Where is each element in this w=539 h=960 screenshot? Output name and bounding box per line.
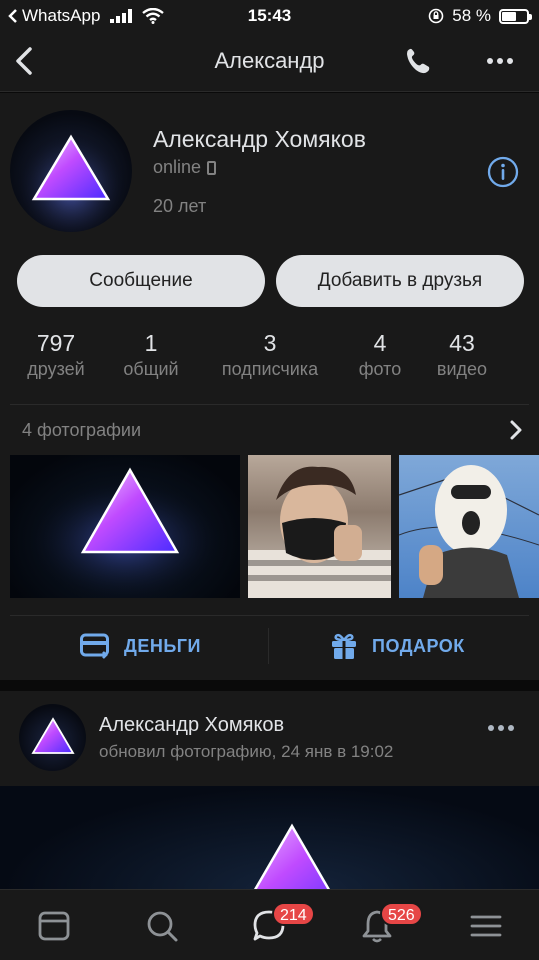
counter-label: друзей xyxy=(27,359,85,379)
photo-thumbnail[interactable] xyxy=(399,455,539,598)
mobile-icon xyxy=(207,160,217,175)
search-icon[interactable] xyxy=(144,908,180,944)
counter-number: 43 xyxy=(449,330,475,356)
money-card-icon xyxy=(80,633,109,659)
add-friend-button[interactable]: Добавить в друзья xyxy=(276,255,524,307)
person-balaclava-photo-image xyxy=(399,465,539,598)
wall-post: Александр Хомяков обновил фотографию, 24… xyxy=(0,691,539,891)
post-avatar[interactable] xyxy=(19,704,86,771)
gift-icon xyxy=(332,633,356,659)
more-icon[interactable] xyxy=(485,52,515,70)
counter-number: 1 xyxy=(144,330,158,356)
avatar-triangle-image xyxy=(13,120,129,232)
phone-icon[interactable] xyxy=(403,46,433,76)
nav-header: Александр xyxy=(0,32,539,92)
online-label: online xyxy=(153,157,202,177)
counter-followers[interactable]: 3 подписчика xyxy=(210,330,330,380)
tab-bar: 214 526 xyxy=(0,889,539,960)
money-button[interactable]: ДЕНЬГИ xyxy=(80,618,201,674)
photos-title[interactable]: 4 фотографии xyxy=(22,420,141,441)
triangle-photo-image xyxy=(10,455,240,598)
divider xyxy=(268,628,269,664)
photo-thumbnail[interactable] xyxy=(10,455,240,598)
divider xyxy=(10,404,529,405)
counter-number: 797 xyxy=(36,330,76,356)
message-button[interactable]: Сообщение xyxy=(17,255,265,307)
status-bar: WhatsApp 15:43 58 % xyxy=(0,0,539,32)
page-title: Александр xyxy=(214,48,325,73)
messages-badge: 214 xyxy=(272,902,315,926)
counter-number: 4 xyxy=(373,330,387,356)
news-feed-icon[interactable] xyxy=(36,908,72,944)
counter-label: подписчика xyxy=(221,359,319,379)
menu-icon[interactable] xyxy=(468,908,504,944)
counter-friends[interactable]: 797 друзей xyxy=(21,330,91,380)
avatar-triangle-image xyxy=(31,717,75,754)
counter-number: 3 xyxy=(263,330,277,356)
counter-mutual[interactable]: 1 общий xyxy=(116,330,186,380)
orientation-lock-icon xyxy=(428,8,444,24)
counters-row: 797 друзей 1 общий 3 подписчика 4 фото 4… xyxy=(0,330,539,390)
gift-button[interactable]: ПОДАРОК xyxy=(330,618,465,674)
battery-percent: 58 % xyxy=(452,6,491,25)
online-status: online xyxy=(153,157,217,178)
post-subtitle: обновил фотографию, 24 янв в 19:02 xyxy=(99,742,394,761)
gift-label: ПОДАРОК xyxy=(372,635,465,656)
avatar[interactable] xyxy=(10,110,132,232)
info-icon[interactable] xyxy=(487,156,519,188)
profile-name: Александр Хомяков xyxy=(153,126,366,152)
counter-label: общий xyxy=(123,359,179,379)
counter-videos[interactable]: 43 видео xyxy=(428,330,496,380)
divider xyxy=(10,615,529,616)
triangle-photo-image xyxy=(252,823,332,891)
counter-label: видео xyxy=(436,359,488,379)
profile-card: Александр Хомяков online 20 лет Сообщени… xyxy=(0,93,539,680)
counter-label: фото xyxy=(358,359,402,379)
chevron-right-icon[interactable] xyxy=(509,419,523,441)
post-photo[interactable] xyxy=(0,786,539,891)
profile-age: 20 лет xyxy=(153,196,207,216)
counter-photos[interactable]: 4 фото xyxy=(350,330,410,380)
battery-icon xyxy=(499,8,532,24)
notifications-badge: 526 xyxy=(380,902,423,926)
person-mask-photo-image xyxy=(248,466,391,598)
post-more-icon[interactable] xyxy=(487,722,515,734)
photo-thumbnail[interactable] xyxy=(248,455,391,598)
actions-row: ДЕНЬГИ ПОДАРОК xyxy=(0,618,539,674)
post-author[interactable]: Александр Хомяков xyxy=(99,714,284,737)
money-label: ДЕНЬГИ xyxy=(124,635,201,656)
